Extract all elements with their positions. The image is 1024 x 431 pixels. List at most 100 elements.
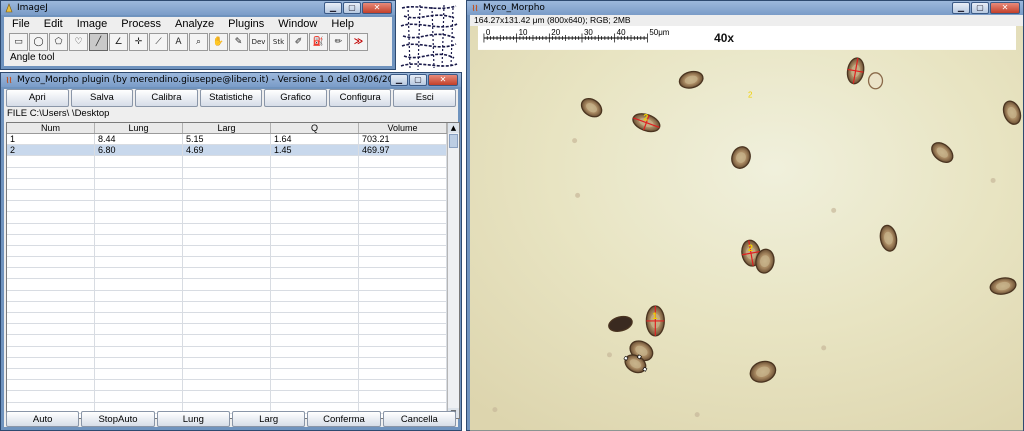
table-cell [7, 357, 95, 368]
column-header-larg[interactable]: Larg [183, 123, 271, 133]
angle-tool-icon[interactable]: ∠ [109, 33, 128, 51]
table-row[interactable] [7, 156, 459, 168]
table-row[interactable] [7, 245, 459, 258]
grafico-button[interactable]: Grafico [264, 89, 327, 107]
table-row[interactable] [7, 178, 459, 190]
table-row[interactable] [7, 212, 459, 224]
oval-tool-icon[interactable]: ◯ [29, 33, 48, 51]
color-picker-tool-icon[interactable]: ✎ [229, 33, 248, 51]
close-button[interactable]: ✕ [428, 74, 458, 86]
imagej-body: File Edit Image Process Analyze Plugins Window… [4, 17, 392, 66]
maximize-button[interactable]: ▢ [409, 74, 427, 86]
apri-button[interactable]: Apri [6, 89, 69, 107]
spore[interactable] [867, 72, 884, 90]
table-cell [183, 156, 271, 167]
hand-tool-icon[interactable]: ✋ [209, 33, 228, 51]
table-row[interactable] [7, 368, 459, 381]
table-row[interactable] [7, 167, 459, 179]
table-cell [271, 201, 359, 212]
table-row[interactable] [7, 234, 459, 246]
table-cell: 1 [7, 134, 95, 145]
column-header-num[interactable]: Num [7, 123, 95, 133]
dev-tool[interactable]: Dev [249, 33, 268, 51]
vertical-scrollbar[interactable]: ▲ ▼ [447, 123, 459, 418]
table-row[interactable]: 2 6.80 4.69 1.45 469.97 [7, 145, 459, 157]
table-cell [183, 290, 271, 301]
scroll-up-icon[interactable]: ▲ [448, 123, 459, 133]
maximize-button[interactable]: ▢ [343, 2, 361, 14]
close-button[interactable]: ✕ [990, 2, 1020, 14]
table-row[interactable] [7, 357, 459, 369]
configura-button[interactable]: Configura [328, 89, 392, 107]
stk-tool[interactable]: Stk [269, 33, 288, 51]
scale-label: 50μm [649, 28, 669, 37]
conferma-button[interactable]: Conferma [307, 411, 381, 427]
statistiche-button[interactable]: Statistiche [199, 89, 263, 107]
flood-fill-tool-icon[interactable]: ⛽ [309, 33, 328, 51]
table-row[interactable] [7, 335, 459, 347]
menu-edit[interactable]: Edit [44, 17, 63, 32]
table-row[interactable] [7, 391, 459, 403]
table-row[interactable] [7, 301, 459, 313]
freehand-tool-icon[interactable]: ♡ [69, 33, 88, 51]
table-cell [183, 212, 271, 223]
minimize-button[interactable]: ▁ [324, 2, 342, 14]
text-tool-icon[interactable]: A [169, 33, 188, 51]
table-row[interactable] [7, 324, 459, 336]
close-button[interactable]: ✕ [362, 2, 392, 14]
table-cell [271, 178, 359, 189]
polygon-tool-icon[interactable]: ⬠ [49, 33, 68, 51]
column-header-volume[interactable]: Volume [359, 123, 447, 133]
column-header-lung[interactable]: Lung [95, 123, 183, 133]
column-header-q[interactable]: Q [271, 123, 359, 133]
auto-button[interactable]: Auto [6, 411, 80, 427]
table-row[interactable]: 1 8.44 5.15 1.64 703.21 [7, 134, 459, 146]
table-row[interactable] [7, 279, 459, 291]
table-cell [359, 212, 447, 223]
scroll-thumb[interactable] [449, 134, 458, 148]
table-cell [95, 167, 183, 178]
point-tool-icon[interactable]: ✛ [129, 33, 148, 51]
salva-button[interactable]: Salva [70, 89, 134, 107]
table-row[interactable] [7, 380, 459, 392]
larg-button[interactable]: Larg [231, 411, 306, 427]
magnifier-tool-icon[interactable]: ⌕ [189, 33, 208, 51]
table-cell [7, 212, 95, 223]
pencil-tool-icon[interactable]: ✏ [329, 33, 348, 51]
brush-tool-icon[interactable]: ✐ [289, 33, 308, 51]
minimize-button[interactable]: ▁ [390, 74, 408, 86]
table-row[interactable] [7, 223, 459, 235]
maximize-button[interactable]: ▢ [971, 2, 989, 14]
menu-process[interactable]: Process [121, 17, 161, 32]
table-row[interactable] [7, 346, 459, 358]
table-cell [359, 324, 447, 335]
menu-window[interactable]: Window [278, 17, 317, 32]
table-row[interactable] [7, 257, 459, 269]
calibra-button[interactable]: Calibra [135, 89, 198, 107]
menu-help[interactable]: Help [331, 17, 354, 32]
line-tool-icon[interactable]: ╱ [89, 33, 108, 51]
table-row[interactable] [7, 268, 459, 280]
table-cell [271, 257, 359, 268]
esci-button[interactable]: Esci [393, 89, 457, 107]
menu-file[interactable]: File [12, 17, 30, 32]
wand-tool-icon[interactable]: ⟋ [149, 33, 168, 51]
lung-button[interactable]: Lung [156, 411, 230, 427]
cancella-button[interactable]: Cancella [382, 411, 456, 427]
table-row[interactable] [7, 290, 459, 302]
minimize-button[interactable]: ▁ [952, 2, 970, 14]
table-row[interactable] [7, 313, 459, 325]
table-row[interactable] [7, 201, 459, 213]
rectangle-tool-icon[interactable]: ▭ [9, 33, 28, 51]
more-tools-icon[interactable]: ≫ [349, 33, 368, 51]
image-titlebar[interactable]: Myco_Morpho [467, 1, 1023, 15]
table-cell [359, 368, 447, 380]
stopauto-button[interactable]: StopAuto [81, 411, 155, 427]
menu-plugins[interactable]: Plugins [228, 17, 264, 32]
menu-image[interactable]: Image [77, 17, 108, 32]
menu-analyze[interactable]: Analyze [175, 17, 214, 32]
table-cell [95, 268, 183, 279]
spore-number-label: 1 [652, 311, 657, 321]
table-row[interactable] [7, 189, 459, 202]
microscope-image[interactable]: 0 10 20 30 40 50μm 40x 2 2 1 2 [470, 26, 1023, 431]
